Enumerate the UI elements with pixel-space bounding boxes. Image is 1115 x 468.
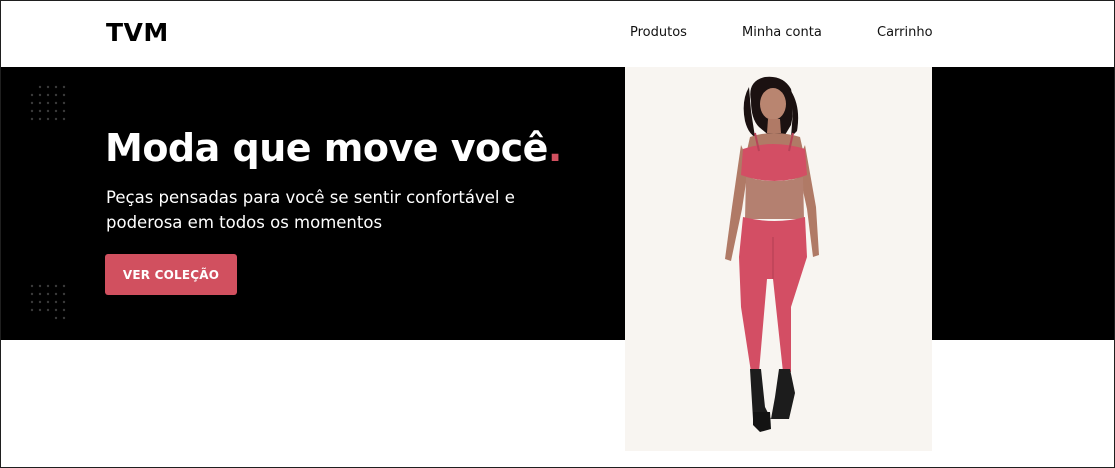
nav-link-minha-conta[interactable]: Minha conta xyxy=(742,25,822,40)
view-collection-button[interactable]: VER COLEÇÃO xyxy=(105,254,237,295)
hero-subtitle: Peças pensadas para você se sentir confo… xyxy=(106,188,515,232)
brand-logo[interactable]: TVM xyxy=(106,18,169,47)
dot-grid-decoration-icon xyxy=(30,85,66,121)
hero-headline: Moda que move você. xyxy=(105,126,562,170)
hero-product-photo xyxy=(625,67,932,451)
headline-accent-dot: . xyxy=(547,126,562,170)
hero-headline-text: Moda que move você xyxy=(105,126,548,170)
site-header: TVM Produtos Minha conta Carrinho xyxy=(0,0,1115,67)
dot-grid-decoration-icon xyxy=(30,284,66,320)
nav-link-carrinho[interactable]: Carrinho xyxy=(877,25,933,40)
nav-link-produtos[interactable]: Produtos xyxy=(630,25,687,40)
model-illustration xyxy=(725,76,819,432)
